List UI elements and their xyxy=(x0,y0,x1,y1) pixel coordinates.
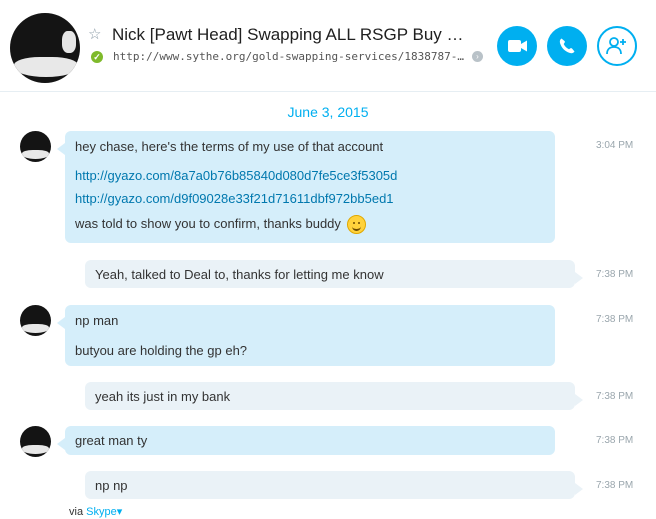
message-text: butyou are holding the gp eh? xyxy=(75,343,248,358)
message-timestamp: 7:38 PM xyxy=(596,314,634,325)
message-timestamp: 7:38 PM xyxy=(596,391,634,402)
message-text: great man ty xyxy=(75,433,148,448)
message-bubble[interactable]: Yeah, talked to Deal to, thanks for lett… xyxy=(85,260,583,288)
chevron-down-icon[interactable]: ▾ xyxy=(117,506,123,518)
contact-name[interactable]: Nick [Pawt Head] Swapping ALL RSGP Buy 0… xyxy=(112,25,467,45)
star-icon[interactable]: ☆ xyxy=(88,27,101,42)
message-bubble[interactable]: hey chase, here's the terms of my use of… xyxy=(57,131,555,243)
sender-avatar[interactable] xyxy=(20,305,51,336)
smiley-emoticon-icon xyxy=(346,215,366,234)
message-bubble[interactable]: yeah its just in my bank xyxy=(85,382,583,410)
message-link[interactable]: http://gyazo.com/8a7a0b76b85840d080d7fe5… xyxy=(75,168,397,183)
message-link[interactable]: http://gyazo.com/d9f09028e33f21d71611dbf… xyxy=(75,191,394,206)
sender-avatar[interactable] xyxy=(20,131,51,162)
conversation-header: ☆ Nick [Pawt Head] Swapping ALL RSGP Buy… xyxy=(0,0,656,92)
message-bubble[interactable]: great man ty xyxy=(57,426,555,455)
message-bubble[interactable]: np man butyou are holding the gp eh? xyxy=(57,305,555,366)
message-text: was told to show you to confirm, thanks … xyxy=(75,215,341,231)
audio-call-button[interactable] xyxy=(547,26,587,66)
video-call-button[interactable] xyxy=(497,26,537,66)
video-camera-icon xyxy=(508,40,527,52)
via-label: via xyxy=(69,506,84,518)
online-status-icon: ✓ xyxy=(91,51,103,63)
skype-link[interactable]: Skype xyxy=(86,506,117,518)
date-divider: June 3, 2015 xyxy=(287,104,369,120)
sender-avatar[interactable] xyxy=(20,426,51,457)
message-text: np np xyxy=(95,478,128,493)
message-timestamp: 7:38 PM xyxy=(596,269,634,280)
message-text: hey chase, here's the terms of my use of… xyxy=(75,139,384,154)
message-timestamp: 7:38 PM xyxy=(596,435,634,446)
message-bubble[interactable]: np np xyxy=(85,471,583,499)
message-text: Yeah, talked to Deal to, thanks for lett… xyxy=(95,267,384,282)
add-contact-button[interactable] xyxy=(597,26,637,66)
mood-link-arrow-icon[interactable]: › xyxy=(472,51,483,62)
via-skype-footer: via Skype▾ xyxy=(69,505,122,518)
phone-icon xyxy=(559,38,575,54)
contact-mood-message[interactable]: http://www.sythe.org/gold-swapping-servi… xyxy=(113,50,468,63)
message-timestamp: 3:04 PM xyxy=(596,140,634,151)
message-timestamp: 7:38 PM xyxy=(596,480,634,491)
message-text: np man xyxy=(75,313,119,328)
add-contact-icon xyxy=(606,37,626,55)
contact-avatar[interactable] xyxy=(10,13,80,83)
message-text: yeah its just in my bank xyxy=(95,389,231,404)
